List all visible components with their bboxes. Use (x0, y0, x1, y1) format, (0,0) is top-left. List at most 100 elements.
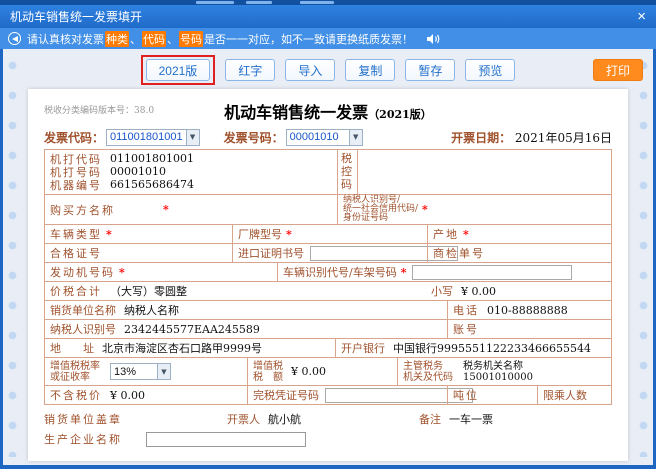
vehicle-type-cell[interactable]: 车辆类型 * (45, 225, 232, 243)
notice-text-suffix: 是否一一对应，如不一致请更换纸质发票！ (204, 31, 413, 47)
vin-label: 车辆识别代号/车架号码 (283, 264, 397, 280)
invoice-number-value: 00001010 (287, 131, 349, 143)
red-letter-button[interactable]: 红字 (225, 59, 275, 81)
address-label: 地 址 (50, 340, 94, 356)
row-vat: 增值税税率 或征收率 13% ▼ 增值税 税 额 ¥ 0.00 (45, 357, 611, 385)
save-draft-button[interactable]: 暂存 (405, 59, 455, 81)
row-price-excl: 不含税价 ¥ 0.00 完税凭证号码 吨位 限乘人数 (45, 385, 611, 404)
version-2021-button[interactable]: 2021版 (146, 59, 211, 81)
invoice-code-label: 发票代码： (44, 129, 104, 146)
invoice-number-select[interactable]: 00001010 ▼ (286, 129, 363, 146)
origin-cell[interactable]: 产地 * (427, 225, 611, 243)
vin-cell: 车辆识别代号/车架号码 * (277, 263, 611, 281)
inspection-label: 商检单号 (433, 245, 485, 261)
decor-dots-right (639, 61, 648, 457)
buyer-id-cell[interactable]: 纳税人识别号/ 统一社会信用代码/ 身份证号码 * (337, 195, 611, 224)
notice-bar: 请认真核对发票种类、代码、号码是否一一对应，如不一致请更换纸质发票！ (0, 28, 656, 49)
manufacturer-input[interactable] (146, 432, 306, 447)
vat-rate-label: 增值税税率 或征收率 (50, 361, 100, 383)
row-vehicle-type: 车辆类型 * 厂牌型号 * 产地 * (45, 224, 611, 243)
row-address-bank: 地 址 北京市海淀区杏石口路甲9999号 开户银行 中国银行9995551122… (45, 338, 611, 357)
invoice-table: 机打代码011001801001 机打号码00001010 机器编号661565… (44, 149, 612, 405)
row-buyer: 购买方名称 * 纳税人识别号/ 统一社会信用代码/ 身份证号码 * (45, 194, 611, 224)
tax-code-version-note: 税收分类编码版本号：38.0 (44, 103, 154, 116)
dropdown-arrow-icon: ▼ (186, 130, 199, 145)
buyer-name-cell[interactable]: 购买方名称 * (45, 195, 337, 224)
speaker-icon[interactable] (427, 33, 441, 45)
buyer-id-label-line3: 身份证号码 (343, 214, 418, 223)
preview-button[interactable]: 预览 (465, 59, 515, 81)
print-button[interactable]: 打印 (593, 59, 643, 81)
phone-cell[interactable]: 电话 010-88888888 (447, 301, 611, 319)
engine-number-cell[interactable]: 发动机号码 * (45, 263, 277, 281)
invoice-number-label: 发票号码： (224, 129, 284, 146)
invoice-title-text: 机动车销售统一发票 (224, 103, 368, 122)
origin-label: 产地 (433, 226, 459, 242)
close-icon[interactable]: × (637, 9, 646, 24)
row-machine-codes: 机打代码011001801001 机打号码00001010 机器编号661565… (45, 150, 611, 194)
toolbar: 2021版 红字 导入 复制 暂存 预览 打印 (3, 55, 653, 85)
dropdown-arrow-icon: ▼ (349, 130, 362, 145)
invoice-dialog: 机动车销售统一发票填开 × 请认真核对发票种类、代码、号码是否一一对应，如不一致… (0, 0, 656, 469)
seller-name-cell[interactable]: 销货单位名称 纳税人名称 (45, 301, 447, 319)
tax-office-label: 主管税务 机关及代码 (403, 361, 453, 383)
vat-amount-cell: 增值税 税 额 ¥ 0.00 (247, 358, 397, 385)
background-window-fragment (300, 1, 334, 4)
vat-rate-value: 13% (111, 366, 157, 378)
seller-taxid-label: 纳税人识别号 (50, 321, 116, 337)
vat-amount-value: ¥ 0.00 (291, 365, 326, 378)
seller-taxid-value: 2342445577EAA245589 (124, 323, 260, 336)
seller-taxid-cell[interactable]: 纳税人识别号 2342445577EAA245589 (45, 320, 447, 338)
seller-name-label: 销货单位名称 (50, 302, 116, 318)
vat-rate-cell: 增值税税率 或征收率 13% ▼ (45, 358, 247, 385)
seller-name-value: 纳税人名称 (124, 302, 179, 318)
address-cell[interactable]: 地 址 北京市海淀区杏石口路甲9999号 (45, 339, 335, 357)
notice-highlight-number: 号码 (179, 31, 203, 47)
required-mark: * (286, 228, 292, 241)
background-window-strip (0, 0, 656, 5)
total-label: 价税合计 (50, 283, 102, 299)
tax-receipt-cell: 完税凭证号码 (247, 386, 447, 404)
buyer-name-label: 购买方名称 (50, 202, 115, 218)
background-window-fragment (246, 1, 272, 4)
brand-model-cell[interactable]: 厂牌型号 * (232, 225, 427, 243)
price-excl-cell[interactable]: 不含税价 ¥ 0.00 (45, 386, 247, 404)
certificate-cell[interactable]: 合格证号 (45, 244, 232, 262)
invoice-paper: 税收分类编码版本号：38.0 机动车销售统一发票（2021版） 发票代码： 01… (28, 89, 628, 461)
required-mark: * (422, 203, 428, 216)
vat-rate-select[interactable]: 13% ▼ (110, 363, 171, 380)
copy-button[interactable]: 复制 (345, 59, 395, 81)
megaphone-icon (8, 32, 21, 45)
account-cell[interactable]: 账号 (447, 320, 611, 338)
price-excl-value: ¥ 0.00 (110, 389, 145, 402)
phone-label: 电话 (453, 302, 479, 318)
vat-rate-label-line1: 增值税税率 (50, 361, 100, 372)
row-certificates: 合格证号 进口证明书号 商检单号 (45, 243, 611, 262)
vat-amount-label: 增值税 税 额 (253, 361, 283, 383)
bank-cell[interactable]: 开户银行 中国银行9995551122233466655544 (335, 339, 611, 357)
row-seller-taxid: 纳税人识别号 2342445577EAA245589 账号 (45, 319, 611, 338)
required-mark: * (463, 228, 469, 241)
tax-office-cell: 主管税务 机关及代码 税务机关名称 15001010000 (397, 358, 611, 385)
total-cn-value: （大写）零圆整 (110, 283, 187, 299)
seller-stamp-label: 销货单位盖章 (44, 411, 122, 427)
notice-text-prefix: 请认真核对发票 (27, 31, 104, 47)
passenger-limit-cell[interactable]: 限乘人数 (537, 386, 611, 404)
remark-label: 备注 (419, 411, 441, 427)
drawer-group: 开票人 航小航 (227, 411, 301, 427)
invoice-code-select[interactable]: 011001801001 ▼ (106, 129, 200, 146)
tonnage-cell[interactable]: 吨位 (447, 386, 537, 404)
invoice-date-group: 开票日期： 2021年05月16日 (451, 129, 612, 146)
tax-control-value-cell[interactable] (357, 150, 611, 194)
drawer-value: 航小航 (268, 411, 301, 427)
total-small-value: ¥ 0.00 (461, 285, 496, 298)
bank-value: 中国银行9995551122233466655544 (393, 340, 591, 356)
import-button[interactable]: 导入 (285, 59, 335, 81)
vin-input[interactable] (412, 265, 572, 280)
title-bar: 机动车销售统一发票填开 × (0, 5, 656, 28)
required-mark: * (163, 203, 169, 216)
total-cell: 价税合计 （大写）零圆整 小写 ¥ 0.00 (45, 282, 611, 300)
required-mark: * (119, 266, 125, 279)
inspection-cell[interactable]: 商检单号 (427, 244, 611, 262)
drawer-label: 开票人 (227, 411, 260, 427)
